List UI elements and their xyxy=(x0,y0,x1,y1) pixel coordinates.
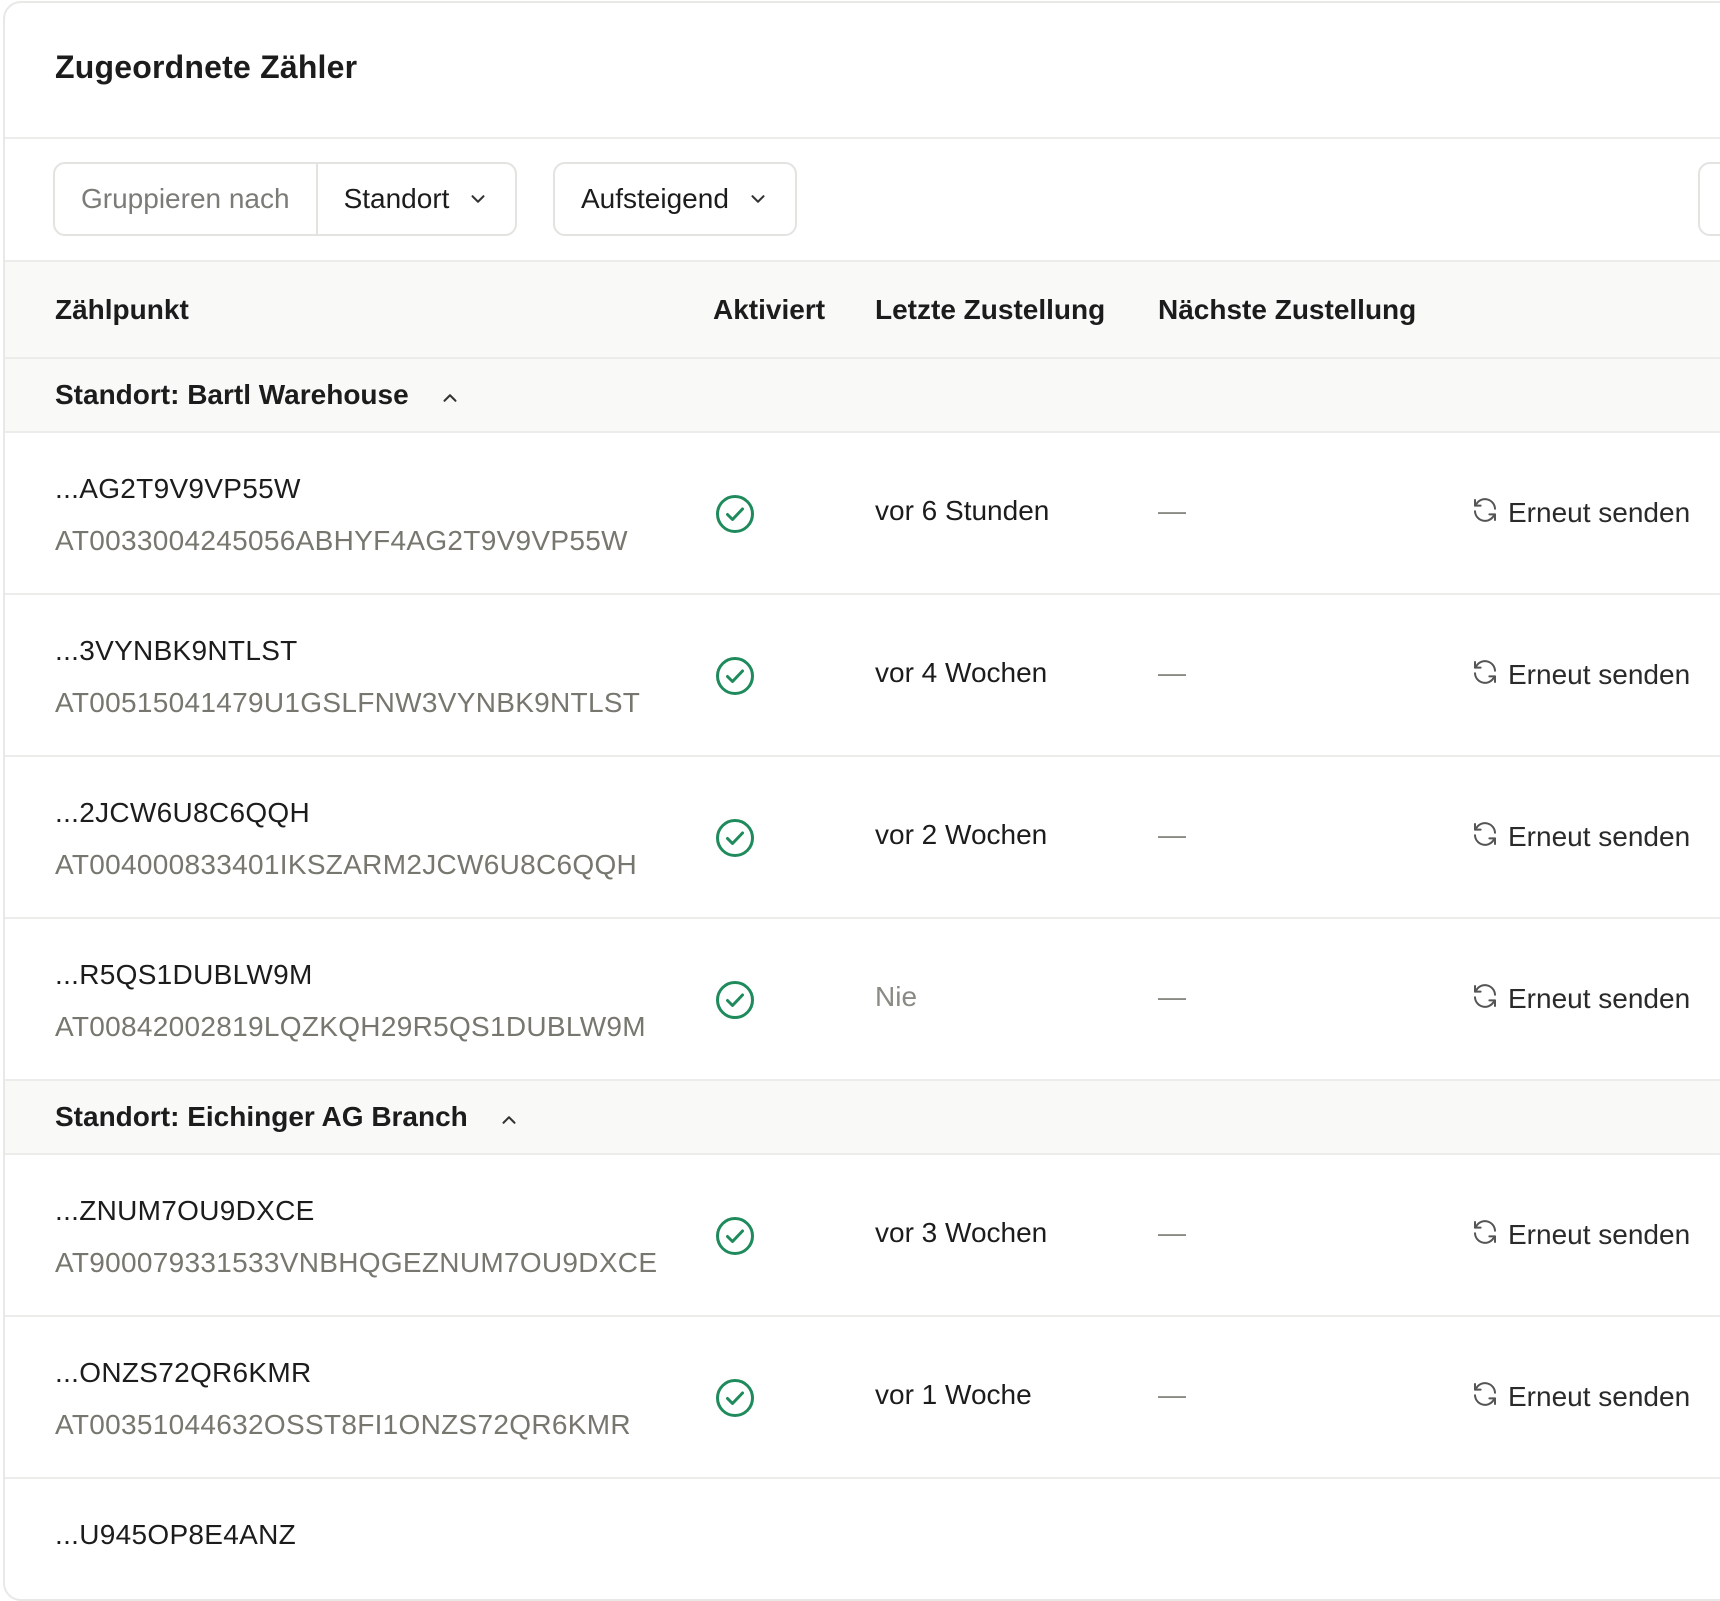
refresh-icon xyxy=(1470,819,1500,856)
resend-label: Erneut senden xyxy=(1508,659,1691,690)
resend-button[interactable]: Erneut senden xyxy=(1470,1373,1690,1421)
resend-button[interactable]: Erneut senden xyxy=(1470,651,1690,699)
resend-button[interactable]: Erneut senden xyxy=(1470,975,1690,1023)
assigned-meters-card: Zugeordnete Zähler Gruppieren nach Stand… xyxy=(3,1,1720,1601)
chevron-up-icon[interactable] xyxy=(498,1106,520,1128)
chevron-down-icon xyxy=(751,195,765,203)
meter-full-id: AT00842002819LQZKQH29R5QS1DUBLW9M xyxy=(55,1011,646,1042)
refresh-icon xyxy=(1470,1379,1500,1416)
refresh-icon xyxy=(1470,495,1500,532)
meter-full-id: AT00351044632OSST8FI1ONZS72QR6KMR xyxy=(55,1409,631,1440)
last-delivery: Nie xyxy=(875,981,918,1012)
meter-full-id: AT900079331533VNBHQGEZNUM7OU9DXCE xyxy=(55,1247,658,1278)
chevron-up-icon[interactable] xyxy=(439,384,461,406)
card-title: Zugeordnete Zähler xyxy=(55,48,358,85)
table-row[interactable]: ...AG2T9V9VP55W AT0033004245056ABHYF4AG2T… xyxy=(5,433,1720,595)
meter-short-id: ...U945OP8E4ANZ xyxy=(55,1519,297,1550)
sort-order-value: Aufsteigend xyxy=(581,183,729,214)
last-delivery: vor 4 Wochen xyxy=(875,657,1048,688)
last-delivery: vor 3 Wochen xyxy=(875,1217,1048,1248)
resend-button[interactable]: Erneut senden xyxy=(1470,813,1690,861)
group-label: Standort: Bartl Warehouse xyxy=(55,379,409,410)
group-header-row[interactable]: Standort: Bartl Warehouse xyxy=(5,359,1720,433)
refresh-icon xyxy=(1470,981,1500,1018)
toolbar-right-control[interactable] xyxy=(1698,162,1720,236)
meter-short-id: ...R5QS1DUBLW9M xyxy=(55,959,313,990)
group-header-row[interactable]: Standort: Eichinger AG Branch xyxy=(5,1081,1720,1155)
next-delivery: — xyxy=(1158,495,1186,526)
next-delivery: — xyxy=(1158,819,1186,850)
meter-short-id: ...ZNUM7OU9DXCE xyxy=(55,1195,315,1226)
check-circle-icon xyxy=(715,1216,755,1256)
check-circle-icon xyxy=(715,494,755,534)
group-by-value: Standort xyxy=(343,183,450,214)
last-delivery: vor 2 Wochen xyxy=(875,819,1048,850)
table-row[interactable]: ...ONZS72QR6KMR AT00351044632OSST8FI1ONZS… xyxy=(5,1317,1720,1479)
column-header-last-delivery[interactable]: Letzte Zustellung xyxy=(875,262,1105,357)
resend-button[interactable]: Erneut senden xyxy=(1470,1211,1690,1259)
refresh-icon xyxy=(1470,1217,1500,1254)
resend-label: Erneut senden xyxy=(1508,497,1691,528)
last-delivery: vor 6 Stunden xyxy=(875,495,1050,526)
check-circle-icon xyxy=(715,980,755,1020)
table-header: Zählpunkt Aktiviert Letzte Zustellung Nä… xyxy=(5,262,1720,359)
table-row[interactable]: ...R5QS1DUBLW9M AT00842002819LQZKQH29R5QS… xyxy=(5,919,1720,1081)
resend-label: Erneut senden xyxy=(1508,983,1691,1014)
next-delivery: — xyxy=(1158,981,1186,1012)
sort-order-select[interactable]: Aufsteigend xyxy=(553,162,797,236)
table-row[interactable]: ...2JCW6U8C6QQH AT004000833401IKSZARM2JCW… xyxy=(5,757,1720,919)
meter-full-id: AT00515041479U1GSLFNW3VYNBK9NTLST xyxy=(55,687,641,718)
table-row[interactable]: ...U945OP8E4ANZ xyxy=(5,1479,1720,1599)
column-header-meter[interactable]: Zählpunkt xyxy=(55,262,189,357)
check-circle-icon xyxy=(715,656,755,696)
meter-short-id: ...AG2T9V9VP55W xyxy=(55,473,301,504)
refresh-icon xyxy=(1470,657,1500,694)
chevron-down-icon xyxy=(471,195,485,203)
group-by-control: Gruppieren nach Standort xyxy=(53,162,518,236)
check-circle-icon xyxy=(715,1378,755,1418)
next-delivery: — xyxy=(1158,1217,1186,1248)
column-header-activated[interactable]: Aktiviert xyxy=(713,262,825,357)
table-toolbar: Gruppieren nach Standort Aufsteigend xyxy=(5,139,1720,262)
meter-full-id: AT0033004245056ABHYF4AG2T9V9VP55W xyxy=(55,525,628,556)
column-header-next-delivery[interactable]: Nächste Zustellung xyxy=(1158,262,1416,357)
check-circle-icon xyxy=(715,818,755,858)
meter-short-id: ...3VYNBK9NTLST xyxy=(55,635,298,666)
next-delivery: — xyxy=(1158,1379,1186,1410)
resend-label: Erneut senden xyxy=(1508,1381,1691,1412)
card-header: Zugeordnete Zähler xyxy=(5,3,1720,139)
table-row[interactable]: ...3VYNBK9NTLST AT00515041479U1GSLFNW3VYN… xyxy=(5,595,1720,757)
meter-full-id: AT004000833401IKSZARM2JCW6U8C6QQH xyxy=(55,849,638,880)
group-by-label: Gruppieren nach xyxy=(55,164,318,234)
resend-label: Erneut senden xyxy=(1508,821,1691,852)
meter-short-id: ...2JCW6U8C6QQH xyxy=(55,797,310,828)
table-body: Standort: Bartl Warehouse ...AG2T9V9VP55W… xyxy=(5,359,1720,1599)
resend-label: Erneut senden xyxy=(1508,1219,1691,1250)
resend-button[interactable]: Erneut senden xyxy=(1470,489,1690,537)
meter-short-id: ...ONZS72QR6KMR xyxy=(55,1357,312,1388)
group-by-select[interactable]: Standort xyxy=(318,164,516,234)
next-delivery: — xyxy=(1158,657,1186,688)
last-delivery: vor 1 Woche xyxy=(875,1379,1032,1410)
table-row[interactable]: ...ZNUM7OU9DXCE AT900079331533VNBHQGEZNUM… xyxy=(5,1155,1720,1317)
group-label: Standort: Eichinger AG Branch xyxy=(55,1101,468,1132)
